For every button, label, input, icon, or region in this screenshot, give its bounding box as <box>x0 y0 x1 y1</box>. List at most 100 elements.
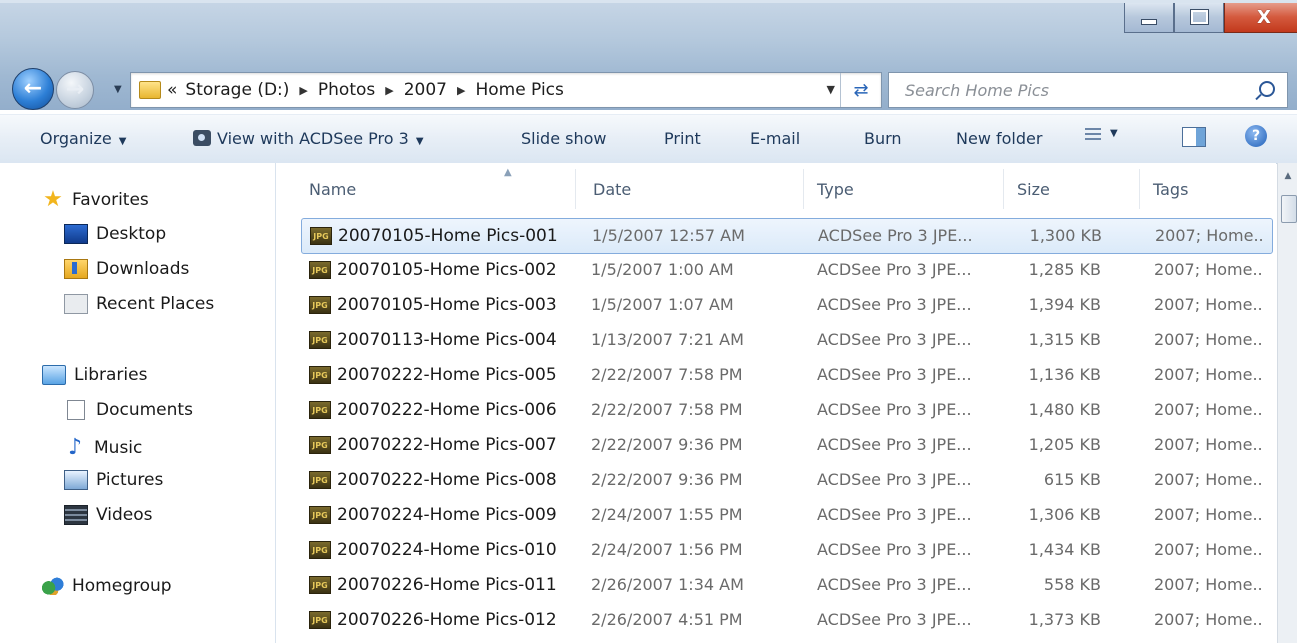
file-tags: 2007; Home.. <box>1154 540 1263 559</box>
table-row[interactable]: JPG 20070222-Home Pics-008 2/22/2007 9:36 … <box>301 463 1271 497</box>
jpg-file-icon: JPG <box>309 366 331 384</box>
scroll-up-icon[interactable]: ▲ <box>1278 163 1297 189</box>
file-name: 20070105-Home Pics-001 <box>338 226 558 246</box>
navigation-row: ← → ▼ « Storage (D:) ▶ Photos ▶ 2007 ▶ H… <box>0 60 1297 110</box>
back-button[interactable]: ← <box>12 68 54 110</box>
breadcrumb-separator-icon[interactable]: ▶ <box>299 84 307 97</box>
file-name-cell[interactable]: JPG 20070224-Home Pics-010 <box>309 540 557 560</box>
jpg-file-icon: JPG <box>310 227 332 245</box>
table-row[interactable]: JPG 20070113-Home Pics-004 1/13/2007 7:21 … <box>301 323 1271 357</box>
table-row[interactable]: JPG 20070222-Home Pics-006 2/22/2007 7:58 … <box>301 393 1271 427</box>
file-date: 2/22/2007 9:36 PM <box>591 470 743 489</box>
file-name-cell[interactable]: JPG 20070105-Home Pics-003 <box>309 295 557 315</box>
breadcrumb-item-home-pics[interactable]: Home Pics <box>475 80 563 100</box>
file-date: 2/22/2007 7:58 PM <box>591 400 743 419</box>
file-type: ACDSee Pro 3 JPE... <box>817 575 972 594</box>
sidebar-item-videos[interactable]: Videos <box>64 505 153 525</box>
print-button[interactable]: Print <box>664 129 701 148</box>
sidebar-item-homegroup[interactable]: Homegroup <box>42 576 172 596</box>
jpg-file-icon: JPG <box>309 506 331 524</box>
view-with-acdsee-button[interactable]: View with ACDSee Pro 3 ▼ <box>193 129 424 148</box>
scrollbar-thumb[interactable] <box>1281 195 1297 223</box>
search-icon[interactable] <box>1259 81 1275 97</box>
burn-button[interactable]: Burn <box>864 129 902 148</box>
column-header-date[interactable]: Date <box>576 163 804 215</box>
documents-icon <box>67 400 85 420</box>
sidebar-item-music[interactable]: ♪ Music <box>64 435 142 460</box>
sidebar-item-pictures[interactable]: Pictures <box>64 470 163 490</box>
file-size: 1,306 KB <box>1028 505 1101 524</box>
breadcrumb-separator-icon[interactable]: ▶ <box>457 84 465 97</box>
recent-pages-dropdown-icon[interactable]: ▼ <box>114 84 122 95</box>
file-name-cell[interactable]: JPG 20070113-Home Pics-004 <box>309 330 557 350</box>
forward-button[interactable]: → <box>56 71 94 109</box>
file-date: 1/5/2007 12:57 AM <box>592 226 745 245</box>
file-name-cell[interactable]: JPG 20070226-Home Pics-011 <box>309 575 557 595</box>
help-icon[interactable]: ? <box>1245 125 1267 147</box>
file-name-cell[interactable]: JPG 20070222-Home Pics-006 <box>309 400 557 420</box>
file-name-cell[interactable]: JPG 20070222-Home Pics-007 <box>309 435 557 455</box>
change-view-icon[interactable] <box>1085 128 1101 142</box>
table-row[interactable]: JPG 20070222-Home Pics-007 2/22/2007 9:36 … <box>301 428 1271 462</box>
column-header-tags[interactable]: Tags <box>1140 163 1276 215</box>
search-input[interactable]: Search Home Pics <box>888 72 1288 108</box>
file-tags: 2007; Home.. <box>1154 505 1263 524</box>
sidebar-item-recent-places[interactable]: Recent Places <box>64 294 214 314</box>
file-name-cell[interactable]: JPG 20070224-Home Pics-009 <box>309 505 557 525</box>
table-row[interactable]: JPG 20070105-Home Pics-002 1/5/2007 1:00 A… <box>301 253 1271 287</box>
address-bar[interactable]: « Storage (D:) ▶ Photos ▶ 2007 ▶ Home Pi… <box>130 72 882 108</box>
file-name-cell[interactable]: JPG 20070226-Home Pics-012 <box>309 610 557 630</box>
table-row[interactable]: JPG 20070222-Home Pics-005 2/22/2007 7:58 … <box>301 358 1271 392</box>
navigation-pane: ★ Favorites Desktop Downloads Recent Plac… <box>0 163 276 643</box>
maximize-button[interactable] <box>1174 2 1224 33</box>
close-button[interactable]: X <box>1224 2 1297 33</box>
file-size: 1,315 KB <box>1028 330 1101 349</box>
table-row[interactable]: JPG 20070105-Home Pics-001 1/5/2007 12:57 … <box>301 218 1273 254</box>
sidebar-item-documents[interactable]: Documents <box>64 400 193 420</box>
view-options-dropdown-icon[interactable]: ▼ <box>1110 128 1118 139</box>
slide-show-button[interactable]: Slide show <box>521 129 606 148</box>
sidebar-item-label: Favorites <box>72 190 149 210</box>
jpg-file-icon: JPG <box>309 296 331 314</box>
refresh-button[interactable]: ⇄ <box>840 73 881 107</box>
breadcrumb-separator-icon[interactable]: ▶ <box>385 84 393 97</box>
file-name-cell[interactable]: JPG 20070105-Home Pics-002 <box>309 260 557 280</box>
file-name: 20070222-Home Pics-006 <box>337 400 557 420</box>
jpg-file-icon: JPG <box>309 471 331 489</box>
breadcrumb-item-storage[interactable]: Storage (D:) <box>185 80 289 100</box>
organize-button[interactable]: Organize ▼ <box>40 129 126 148</box>
sidebar-item-label: Videos <box>96 505 153 525</box>
file-name: 20070222-Home Pics-008 <box>337 470 557 490</box>
table-row[interactable]: JPG 20070224-Home Pics-009 2/24/2007 1:55 … <box>301 498 1271 532</box>
table-row[interactable]: JPG 20070224-Home Pics-010 2/24/2007 1:56 … <box>301 533 1271 567</box>
file-date: 1/5/2007 1:00 AM <box>591 260 734 279</box>
new-folder-button[interactable]: New folder <box>956 129 1042 148</box>
email-button[interactable]: E-mail <box>750 129 800 148</box>
sidebar-item-desktop[interactable]: Desktop <box>64 224 166 244</box>
sidebar-item-libraries[interactable]: Libraries <box>42 365 147 385</box>
column-header-name[interactable]: Name ▲ <box>276 163 576 215</box>
address-dropdown-icon[interactable]: ▼ <box>827 83 835 96</box>
file-size: 1,394 KB <box>1028 295 1101 314</box>
table-row[interactable]: JPG 20070226-Home Pics-011 2/26/2007 1:34 … <box>301 568 1271 602</box>
breadcrumb-item-2007[interactable]: 2007 <box>404 80 447 100</box>
sidebar-item-downloads[interactable]: Downloads <box>64 259 189 279</box>
file-name-cell[interactable]: JPG 20070222-Home Pics-005 <box>309 365 557 385</box>
file-type: ACDSee Pro 3 JPE... <box>817 295 972 314</box>
file-date: 2/24/2007 1:55 PM <box>591 505 743 524</box>
vertical-scrollbar[interactable]: ▲ <box>1277 163 1297 643</box>
table-row[interactable]: JPG 20070226-Home Pics-012 2/26/2007 4:51 … <box>301 603 1271 637</box>
table-row[interactable]: JPG 20070105-Home Pics-003 1/5/2007 1:07 A… <box>301 288 1271 322</box>
column-header-size[interactable]: Size <box>1004 163 1140 215</box>
sidebar-item-favorites[interactable]: ★ Favorites <box>42 189 149 211</box>
jpg-file-icon: JPG <box>309 576 331 594</box>
preview-pane-icon[interactable] <box>1182 127 1206 147</box>
minimize-button[interactable] <box>1124 2 1174 33</box>
file-name-cell[interactable]: JPG 20070222-Home Pics-008 <box>309 470 557 490</box>
file-name-cell[interactable]: JPG 20070105-Home Pics-001 <box>310 226 558 246</box>
libraries-icon <box>42 365 66 385</box>
breadcrumb-overflow[interactable]: « <box>167 80 177 100</box>
file-tags: 2007; Home.. <box>1154 295 1263 314</box>
breadcrumb-item-photos[interactable]: Photos <box>318 80 375 100</box>
column-header-type[interactable]: Type <box>804 163 1004 215</box>
